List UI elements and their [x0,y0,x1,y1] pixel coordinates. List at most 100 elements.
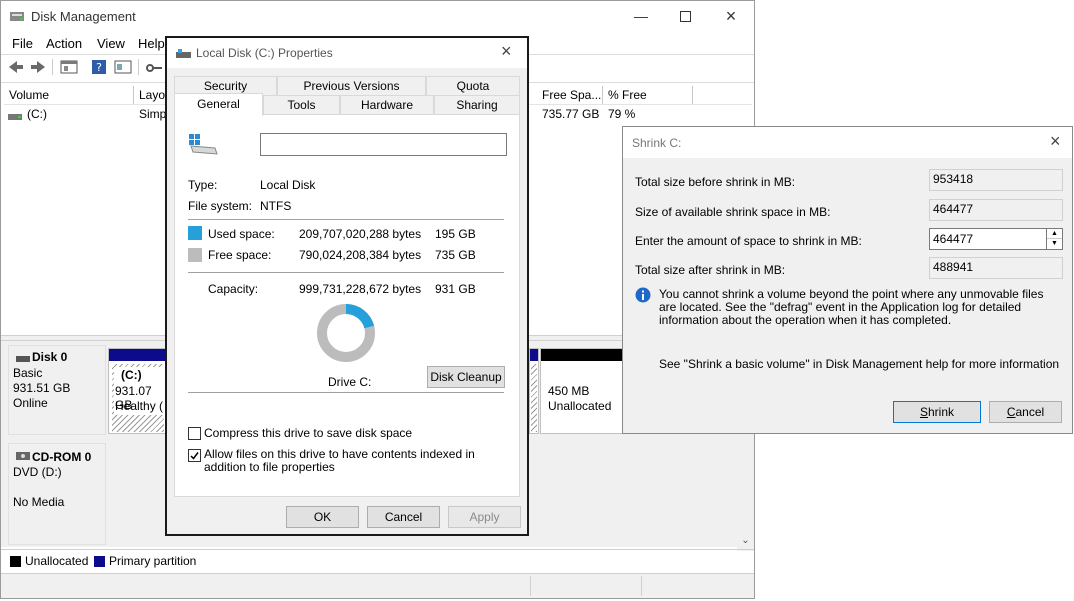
svg-text:?: ? [96,61,102,74]
partition-end-hatch [531,364,537,432]
unallocated-size: 450 MB [548,384,590,398]
checkmark-icon [190,452,199,460]
ok-button[interactable]: OK [286,506,359,528]
free-space-label: Free space: [208,248,272,262]
unallocated-header-bar [541,349,623,361]
usage-donut-chart [317,304,375,362]
stepper-down-icon[interactable]: ▼ [1047,239,1062,249]
volume-pct: 79 % [608,107,636,121]
key-icon[interactable] [145,59,163,75]
disk0-name: Disk 0 [32,350,68,364]
legend-divider [1,549,754,550]
stepper-up-icon[interactable]: ▲ [1047,229,1062,239]
cdrom-name: CD-ROM 0 [32,450,92,464]
windows-drive-icon [189,134,219,156]
column-volume[interactable]: Volume [4,86,134,104]
properties-dialog: Local Disk (C:) Properties × Security Pr… [165,36,529,536]
unallocated-status: Unallocated [548,399,612,413]
column-percent-free[interactable]: % Free [603,86,693,104]
tab-hardware[interactable]: Hardware [340,95,434,115]
volume-name[interactable]: (C:) [27,107,47,121]
index-label[interactable]: Allow files on this drive to have conten… [204,448,504,474]
scroll-down-icon[interactable]: ⌄ [737,535,754,549]
disk0-info[interactable]: Disk 0 Basic 931.51 GB Online [8,345,106,435]
menu-action[interactable]: Action [46,36,82,51]
shrink-button-label: Shrink [919,405,955,419]
disk-cleanup-button[interactable]: Disk Cleanup [427,366,505,388]
filesystem-label: File system: [188,199,253,213]
partition-label: (C:) [121,368,142,382]
tab-general[interactable]: General [174,93,263,116]
legend-primary: Primary partition [109,554,197,568]
volume-free: 735.77 GB [542,107,600,121]
amount-input[interactable]: 464477 [929,228,1047,250]
info-text: You cannot shrink a volume beyond the po… [659,287,1044,327]
drive-label: Drive C: [328,375,372,389]
back-icon[interactable] [7,59,25,75]
capacity-gb: 931 GB [435,282,476,296]
menu-help[interactable]: Help [138,36,165,51]
menu-view[interactable]: View [97,36,125,51]
type-value: Local Disk [260,178,316,192]
type-label: Type: [188,178,218,192]
properties-close-button[interactable]: × [501,41,512,62]
view-icon[interactable] [114,59,132,75]
toolbar-divider-2 [138,59,139,75]
maximize-button[interactable] [662,1,708,31]
total-before-label: Total size before shrink in MB: [635,175,796,189]
help-text: See "Shrink a basic volume" in Disk Mana… [659,357,1060,371]
disk0-unallocated[interactable]: 450 MB Unallocated [540,348,624,434]
cancel-button[interactable]: Cancel [367,506,440,528]
used-space-bytes: 209,707,020,288 bytes [299,227,422,241]
shrink-titlebar [623,127,1072,158]
separator-2 [188,272,504,273]
shrink-cancel-button[interactable]: Cancel [989,401,1062,423]
volume-drive-icon [8,110,22,120]
tab-tools[interactable]: Tools [263,95,340,115]
disk0-type: Basic [13,366,43,380]
tab-quota[interactable]: Quota [426,76,520,96]
drive-title-icon [176,48,192,58]
shrink-title: Shrink C: [632,136,682,150]
disk0-status: Online [13,396,48,410]
cdrom-info[interactable]: CD-ROM 0 DVD (D:) No Media [8,443,106,545]
cdrom-type: DVD (D:) [13,465,62,479]
apply-button[interactable]: Apply [448,506,521,528]
compress-label[interactable]: Compress this drive to save disk space [204,426,412,440]
volume-name-input[interactable] [260,133,507,156]
shrink-button[interactable]: Shrink [893,401,981,423]
capacity-bytes: 999,731,228,672 bytes [299,282,422,296]
disk0-partition-c[interactable]: (C:) 931.07 GB Healthy ( [108,348,166,434]
shrink-cancel-label: Cancel [1006,405,1045,419]
free-space-gb: 735 GB [435,248,476,262]
disk0-partition-c-end[interactable] [529,348,539,434]
donut-used-slice [345,304,375,329]
properties-icon[interactable] [60,59,78,75]
info-icon [635,287,651,303]
tab-previous-versions[interactable]: Previous Versions [277,76,426,96]
free-space-swatch [188,248,202,262]
properties-title: Local Disk (C:) Properties [196,46,333,60]
capacity-label: Capacity: [208,282,259,296]
minimize-button[interactable]: — [618,1,664,31]
amount-stepper[interactable]: ▲ ▼ [1047,228,1063,250]
shrink-close-button[interactable]: × [1050,131,1061,152]
close-button[interactable]: × [708,1,754,31]
shrink-dialog: Shrink C: × Total size before shrink in … [622,126,1073,434]
total-before-value: 953418 [929,169,1063,191]
free-space-bytes: 790,024,208,384 bytes [299,248,422,262]
column-free-space[interactable]: Free Spa... [537,86,603,104]
tab-sharing[interactable]: Sharing [434,95,520,115]
help-icon[interactable]: ? [91,59,109,75]
used-space-gb: 195 GB [435,227,476,241]
toolbar-divider [52,59,53,75]
separator-3 [188,392,504,393]
forward-icon[interactable] [29,59,47,75]
window-title: Disk Management [31,9,136,24]
menu-file[interactable]: File [12,36,33,51]
legend-unallocated: Unallocated [25,554,89,568]
index-checkbox[interactable] [188,449,201,462]
status-pane-1 [1,576,531,596]
available-value: 464477 [929,199,1063,221]
compress-checkbox[interactable] [188,427,201,440]
